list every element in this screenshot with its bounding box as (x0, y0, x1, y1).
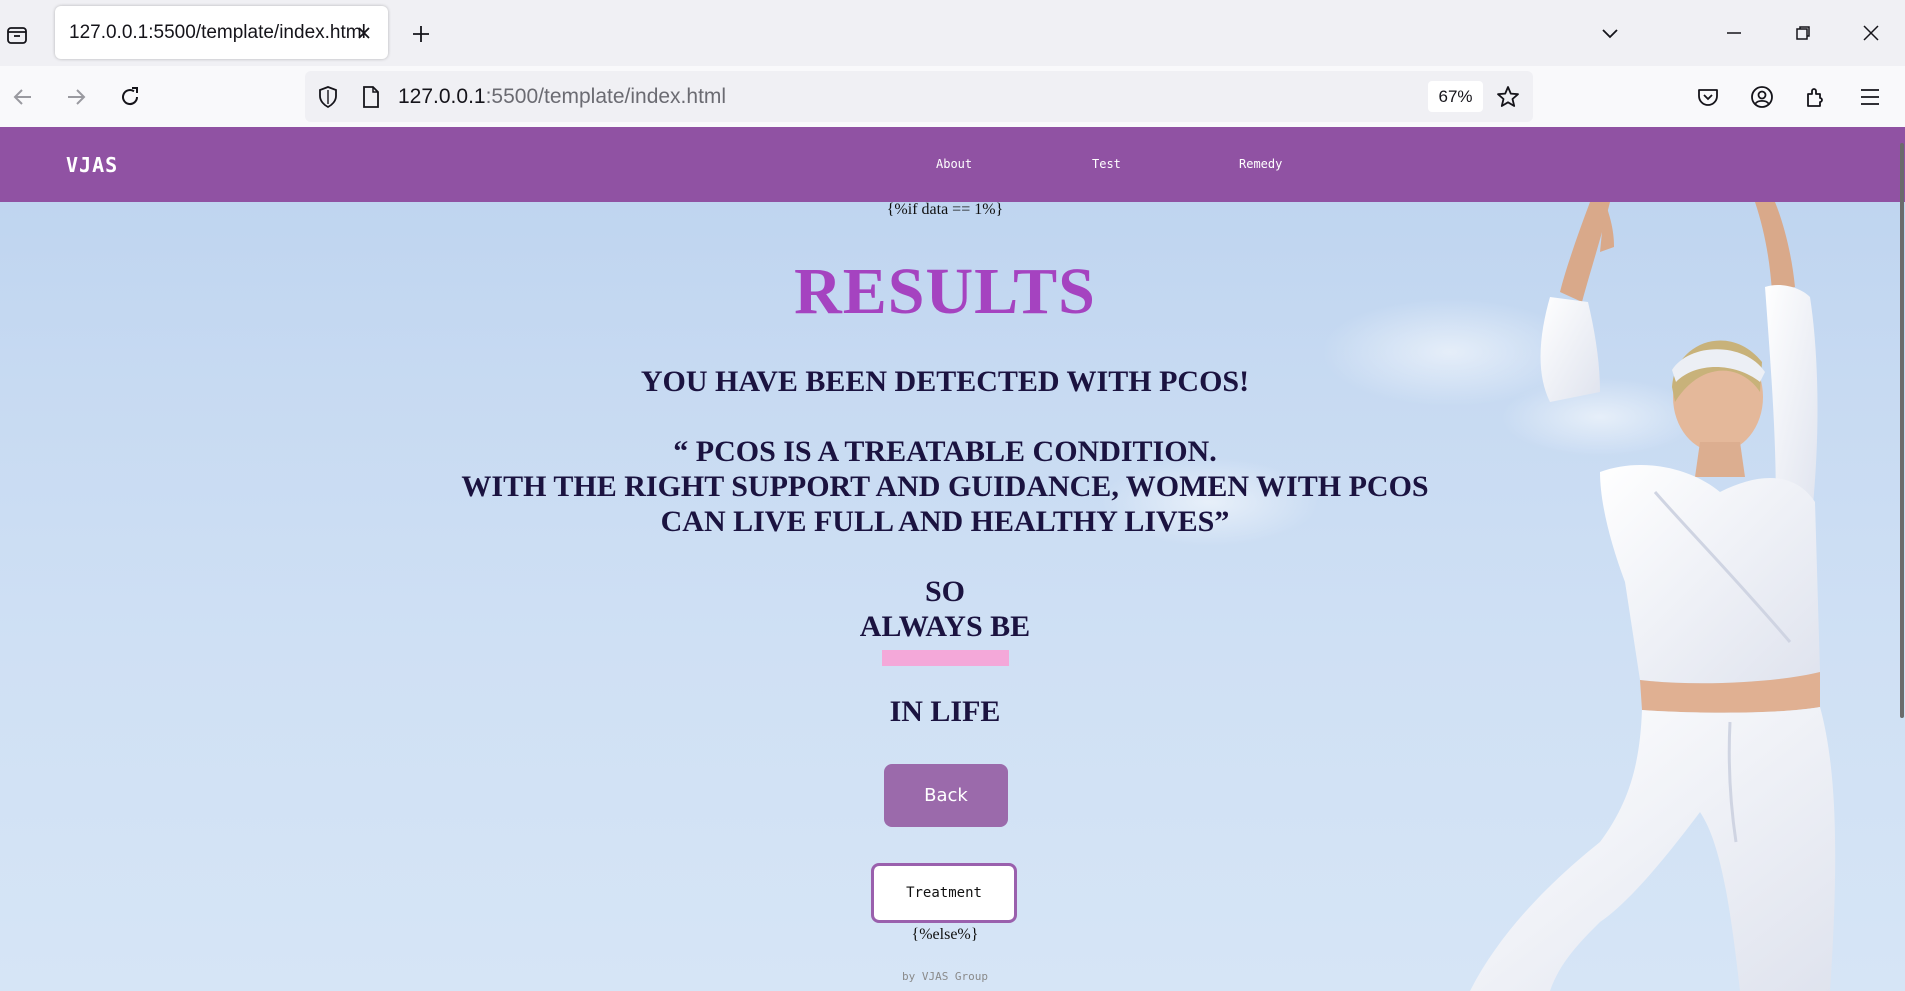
active-tab[interactable]: 127.0.0.1:5500/template/index.html (55, 6, 388, 59)
zoom-level[interactable]: 67% (1428, 81, 1483, 112)
shield-icon[interactable] (314, 83, 342, 111)
pink-highlight-bar (882, 650, 1009, 666)
close-window-icon[interactable] (1851, 14, 1891, 52)
restore-icon[interactable] (1783, 14, 1823, 52)
forward-arrow-icon[interactable] (57, 78, 95, 116)
pocket-icon[interactable] (1689, 78, 1727, 116)
results-heading: RESULTS (794, 255, 1096, 328)
reload-icon[interactable] (111, 78, 149, 116)
url-host: 127.0.0.1 (398, 85, 486, 108)
page-icon[interactable] (357, 83, 385, 111)
always-be-text: ALWAYS BE (859, 610, 1031, 643)
treatment-button[interactable]: Treatment (871, 863, 1017, 923)
tab-title: 127.0.0.1:5500/template/index.html (69, 22, 366, 43)
quote-line-2: WITH THE RIGHT SUPPORT AND GUIDANCE, WOM… (461, 470, 1429, 503)
url-text[interactable]: 127.0.0.1:5500/template/index.html (398, 85, 726, 109)
account-icon[interactable] (1743, 78, 1781, 116)
quote-line-1: “ PCOS IS A TREATABLE CONDITION. (673, 435, 1217, 468)
so-text: SO (924, 575, 966, 608)
new-tab-icon[interactable] (405, 18, 437, 50)
quote-line-3: CAN LIVE FULL AND HEALTHY LIVES” (660, 505, 1230, 538)
menu-icon[interactable] (1851, 78, 1889, 116)
tab-close-icon[interactable] (350, 19, 378, 47)
url-path: :5500/template/index.html (485, 85, 727, 108)
template-else-text: {%else%} (911, 926, 979, 943)
browser-navigation-bar: 127.0.0.1:5500/template/index.html 67% (0, 66, 1905, 127)
tab-list-icon[interactable] (2, 20, 32, 50)
results-content: {%if data == 1%} RESULTS YOU HAVE BEEN D… (0, 127, 1905, 991)
minimize-icon[interactable] (1714, 14, 1754, 52)
detected-message: YOU HAVE BEEN DETECTED WITH PCOS! (640, 365, 1250, 398)
in-life-text: IN LIFE (889, 695, 1001, 728)
back-button[interactable]: Back (884, 764, 1008, 827)
page-viewport: VJAS About Test Remedy {%if data == 1%} … (0, 127, 1905, 991)
browser-tab-strip: 127.0.0.1:5500/template/index.html (0, 0, 1905, 66)
bookmark-star-icon[interactable] (1494, 83, 1522, 111)
extensions-icon[interactable] (1797, 78, 1835, 116)
template-if-text: {%if data == 1%} (886, 201, 1004, 218)
list-all-tabs-icon[interactable] (1590, 14, 1630, 52)
footer-credit: by VJAS Group (901, 970, 989, 983)
back-arrow-icon[interactable] (4, 78, 42, 116)
address-bar[interactable]: 127.0.0.1:5500/template/index.html 67% (305, 71, 1533, 122)
